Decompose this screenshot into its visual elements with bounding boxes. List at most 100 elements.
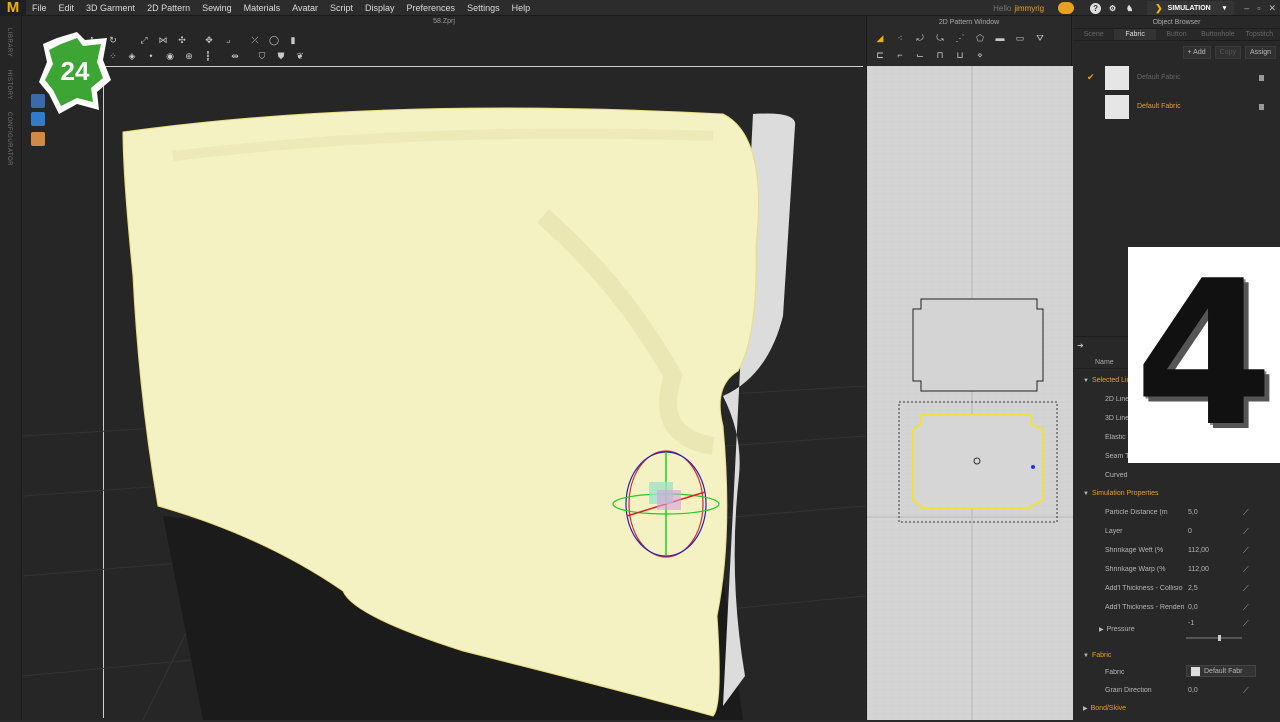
tab-fabric[interactable]: Fabric — [1114, 29, 1156, 40]
assign-fabric-button[interactable]: Assign — [1244, 45, 1276, 59]
fabric-list-item-selected[interactable]: Default Fabric — [1073, 92, 1280, 121]
menu-preferences[interactable]: Preferences — [401, 3, 462, 13]
maximize-button[interactable]: ▫ — [1257, 3, 1260, 13]
simulation-properties-section[interactable]: ▼ Simulation Properties — [1083, 490, 1158, 497]
cloud-icon[interactable] — [1058, 2, 1075, 14]
fabric-name: Default Fabric — [1137, 103, 1181, 110]
picker-icon[interactable]: ⟋ — [1243, 603, 1253, 613]
pattern-toolbar: ◢ ⁖ ⤾ ⤿ ⋰ ⬠ ▬ ▭ ⛛ ⊏ ⌐ ⌙ ⊓ ⊔ ⋄ — [867, 30, 1071, 64]
bond-skive-section[interactable]: ▶ Bond/Skive — [1083, 705, 1126, 712]
sim-prop-value[interactable]: 0 — [1188, 528, 1192, 535]
menu-bar: M File Edit 3D Garment 2D Pattern Sewing Mate… — [0, 0, 1280, 16]
tab-buttonhole[interactable]: Buttonhole — [1197, 29, 1238, 40]
badge-number: 24 — [61, 56, 90, 86]
fabric-section[interactable]: ▼ Fabric — [1083, 652, 1111, 659]
menu-help[interactable]: Help — [506, 3, 537, 13]
user-name[interactable]: jimmyrig — [1014, 4, 1044, 13]
simulation-mode-label: SIMULATION — [1167, 4, 1211, 12]
object-browser-title: Object Browser — [1073, 16, 1280, 29]
lock-icon[interactable] — [1259, 74, 1264, 81]
sim-prop-value[interactable]: 2,5 — [1188, 585, 1198, 592]
help-icon[interactable]: ? — [1090, 2, 1102, 14]
lock-icon[interactable] — [1259, 103, 1264, 110]
menu-file[interactable]: File — [26, 3, 53, 13]
tab-scene[interactable]: Scene — [1073, 29, 1114, 40]
segment-sew-icon[interactable]: ⊔ — [953, 49, 967, 62]
pattern-select-icon[interactable]: ◢ — [873, 32, 887, 45]
tab-topstitch[interactable]: Topstitch — [1239, 29, 1280, 40]
internal-rect-icon[interactable]: ▭ — [1013, 32, 1027, 45]
pattern-canvas-drawing — [867, 66, 1073, 720]
pattern-piece-bottom[interactable] — [912, 414, 1044, 509]
edit-curve-icon[interactable]: ⤾ — [913, 32, 927, 45]
object-browser-actions: + Add Copy Assign — [1073, 41, 1280, 63]
minimize-button[interactable]: – — [1244, 3, 1249, 13]
close-button[interactable]: ✕ — [1268, 3, 1276, 14]
sim-prop-label: Particle Distance (m — [1105, 509, 1168, 516]
3d-scene[interactable] — [23, 16, 865, 720]
check-sewing-icon[interactable]: ⋄ — [973, 49, 987, 62]
fabric-list-item[interactable]: ✔ Default Fabric — [1073, 63, 1280, 92]
menu-edit[interactable]: Edit — [53, 3, 81, 13]
menu-2d-pattern[interactable]: 2D Pattern — [141, 3, 196, 13]
slider-handle[interactable] — [1218, 635, 1221, 641]
trace-icon[interactable]: ⌙ — [913, 49, 927, 62]
user-greeting: Hello — [993, 3, 1012, 13]
picker-icon[interactable]: ⟋ — [1243, 565, 1253, 575]
tab-button[interactable]: Button — [1156, 29, 1197, 40]
pressure-row[interactable]: ▶ Pressure — [1099, 626, 1135, 633]
picker-icon[interactable]: ⟋ — [1243, 584, 1253, 594]
polygon-icon[interactable]: ⬠ — [973, 32, 987, 45]
fabric-swatch — [1105, 65, 1129, 90]
picker-icon[interactable]: ⟋ — [1243, 686, 1253, 696]
seam-icon[interactable]: ⊏ — [873, 49, 887, 62]
menu-3d-garment[interactable]: 3D Garment — [80, 3, 141, 13]
picker-icon[interactable]: ⟋ — [1243, 527, 1253, 537]
menu-script[interactable]: Script — [324, 3, 359, 13]
fabric-select[interactable]: Default Fabr — [1186, 665, 1256, 677]
menu-sewing[interactable]: Sewing — [196, 3, 238, 13]
settings-icon[interactable]: ⚙ — [1107, 3, 1118, 14]
clo-icon[interactable]: ♞ — [1124, 3, 1135, 14]
rectangle-icon[interactable]: ▬ — [993, 32, 1007, 45]
left-side-tabs: LIBRARY HISTORY CONFIGURATOR — [0, 16, 22, 720]
selected-line-section[interactable]: ▼ Selected Line — [1083, 377, 1134, 384]
fabric-select-value: Default Fabr — [1204, 667, 1243, 675]
edit-point-icon[interactable]: ⁖ — [893, 32, 907, 45]
menu-display[interactable]: Display — [359, 3, 401, 13]
picker-icon[interactable]: ⟋ — [1243, 508, 1253, 518]
curve-point-icon[interactable]: ⤿ — [933, 32, 947, 45]
simulation-mode-dropdown[interactable]: ❯ SIMULATION ▾ — [1147, 1, 1235, 15]
menu-avatar[interactable]: Avatar — [286, 3, 324, 13]
picker-icon[interactable]: ⟋ — [1243, 546, 1253, 556]
sim-prop-value[interactable]: 0,0 — [1188, 604, 1198, 611]
menu-settings[interactable]: Settings — [461, 3, 506, 13]
add-point-icon[interactable]: ⋰ — [953, 32, 967, 45]
tab-configurator[interactable]: CONFIGURATOR — [6, 112, 12, 166]
fold-2d-icon[interactable]: ⌐ — [893, 49, 907, 62]
object-browser-tabs: Scene Fabric Button Buttonhole Topstitch — [1073, 29, 1280, 41]
menu-right-area: Hello jimmyrig ? ⚙ ♞ ❯ SIMULATION ▾ – ▫ … — [993, 0, 1280, 16]
picker-icon[interactable]: ⟋ — [1243, 619, 1253, 629]
expand-arrow-icon[interactable]: ➜ — [1077, 341, 1084, 350]
sim-prop-value[interactable]: 112,00 — [1188, 566, 1209, 573]
grain-direction-value[interactable]: 0,0 — [1188, 687, 1198, 694]
dropdown-arrow-icon: ▾ — [1222, 5, 1227, 12]
tab-history[interactable]: HISTORY — [6, 70, 12, 100]
2d-pattern-window: 2D Pattern Window ◢ ⁖ ⤾ ⤿ ⋰ ⬠ ▬ ▭ ⛛ ⊏ ⌐ … — [866, 16, 1073, 720]
copy-fabric-button[interactable]: Copy — [1214, 45, 1241, 59]
pattern-canvas[interactable] — [867, 66, 1073, 720]
dart-icon[interactable]: ⛛ — [1033, 32, 1047, 45]
sim-prop-value[interactable]: 5,0 — [1188, 509, 1198, 516]
add-fabric-button[interactable]: + Add — [1182, 45, 1211, 59]
sewing-icon[interactable]: ⊓ — [933, 49, 947, 62]
pattern-piece-top[interactable] — [912, 298, 1044, 392]
3d-viewport[interactable]: 58.Zprj ⤡ ↻ ⤢ ⋈ ✣ ✥ ⟓ ⤫ ◯ ▮ ▦ ⁘ ◈ • ◉ ⊕ … — [23, 16, 865, 720]
simulation-chevron-icon: ❯ — [1155, 2, 1163, 13]
pressure-value[interactable]: -1 — [1188, 620, 1194, 627]
tab-library[interactable]: LIBRARY — [6, 28, 12, 57]
prop-label: Curved — [1105, 472, 1128, 479]
sim-prop-value[interactable]: 112,00 — [1188, 547, 1209, 554]
pressure-slider[interactable] — [1186, 635, 1242, 641]
menu-materials[interactable]: Materials — [238, 3, 287, 13]
